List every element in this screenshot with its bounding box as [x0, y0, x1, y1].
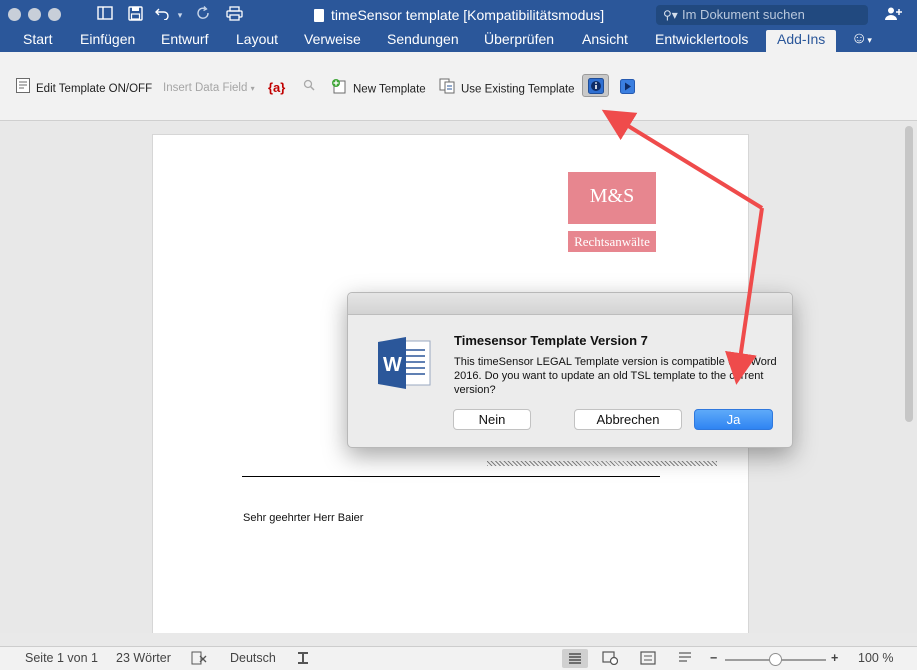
chevron-down-icon: ▾	[250, 84, 255, 93]
tab-entwurf[interactable]: Entwurf	[161, 30, 208, 52]
addins-ribbon: Edit Template ON/OFF Insert Data Field ▾…	[0, 52, 917, 121]
undo-dropdown-icon[interactable]: ▾	[171, 6, 189, 24]
document-icon	[314, 9, 324, 22]
status-bar: Seite 1 von 1 23 Wörter Deutsch − + 100 …	[0, 646, 917, 670]
feedback-smiley-icon[interactable]: ☺▾	[851, 30, 872, 48]
share-person-icon[interactable]	[884, 6, 902, 24]
no-button[interactable]: Nein	[453, 409, 531, 430]
address-divider-line	[242, 476, 660, 477]
page-count[interactable]: Seite 1 von 1	[25, 651, 98, 665]
tab-start[interactable]: Start	[23, 30, 53, 52]
title-bar: ▾ timeSensor template [Kompatibilitätsmo…	[0, 0, 917, 30]
new-template-icon	[331, 78, 347, 101]
tab-ansicht[interactable]: Ansicht	[582, 30, 628, 52]
run-button[interactable]	[620, 79, 635, 94]
web-layout-icon[interactable]	[602, 651, 619, 668]
print-layout-view-button[interactable]	[562, 649, 588, 668]
dialog-title-bar	[348, 293, 792, 315]
tab-ueberpruefen[interactable]: Überprüfen	[484, 30, 554, 52]
field-braces-button[interactable]: {a}	[268, 78, 285, 98]
tab-entwicklertools[interactable]: Entwicklertools	[655, 30, 748, 52]
close-window-button[interactable]	[8, 8, 21, 21]
search-icon: ⚲▾	[663, 8, 678, 22]
use-existing-template-button[interactable]: Use Existing Template	[439, 78, 575, 98]
tab-layout[interactable]: Layout	[236, 30, 278, 52]
undo-icon[interactable]	[153, 6, 171, 24]
info-button[interactable]	[582, 74, 609, 97]
draft-view-icon[interactable]	[678, 651, 692, 667]
cancel-button[interactable]: Abbrechen	[574, 409, 682, 430]
new-template-button[interactable]: New Template	[331, 78, 426, 98]
word-count[interactable]: 23 Wörter	[116, 651, 171, 665]
tab-verweise[interactable]: Verweise	[304, 30, 361, 52]
tab-sendungen[interactable]: Sendungen	[387, 30, 459, 52]
magnifier-icon	[303, 78, 315, 98]
zoom-window-button[interactable]	[48, 8, 61, 21]
existing-template-icon	[439, 78, 455, 101]
yes-button[interactable]: Ja	[694, 409, 773, 430]
redo-icon[interactable]	[194, 6, 212, 24]
print-icon[interactable]	[225, 6, 243, 24]
info-icon	[588, 78, 604, 97]
hatched-field-marker	[487, 461, 717, 466]
document-search-input[interactable]: ⚲▾ Im Dokument suchen	[656, 5, 868, 25]
save-icon[interactable]	[126, 6, 144, 24]
zoom-percentage[interactable]: 100 %	[858, 651, 893, 665]
play-icon	[620, 79, 635, 97]
zoom-slider-thumb[interactable]	[769, 653, 782, 666]
edit-template-button[interactable]: Edit Template ON/OFF	[16, 78, 152, 98]
tab-einfuegen[interactable]: Einfügen	[80, 30, 135, 52]
edit-template-icon	[16, 78, 30, 100]
dialog-message: This timeSensor LEGAL Template version i…	[454, 356, 777, 396]
minimize-window-button[interactable]	[28, 8, 41, 21]
sidebar-icon[interactable]	[96, 6, 114, 24]
update-template-dialog: W Timesensor Template Version 7 This tim…	[347, 292, 793, 448]
tab-add-ins[interactable]: Add-Ins	[766, 30, 837, 52]
focus-mode-icon[interactable]	[640, 651, 656, 668]
company-logo: M&S Rechtsanwälte	[568, 172, 656, 252]
svg-text:W: W	[383, 354, 402, 376]
dialog-title: Timesensor Template Version 7	[454, 333, 648, 348]
proofing-icon[interactable]	[191, 651, 207, 668]
language-indicator[interactable]: Deutsch	[230, 651, 276, 665]
track-changes-icon[interactable]	[296, 651, 310, 668]
magnifier-button[interactable]	[303, 78, 321, 98]
salutation-text: Sehr geehrter Herr Baier	[243, 512, 364, 524]
word-app-icon: W	[376, 334, 434, 392]
print-layout-icon	[568, 652, 582, 668]
zoom-out-icon[interactable]: −	[710, 651, 717, 665]
zoom-in-icon[interactable]: +	[831, 651, 838, 665]
window-title: timeSensor template [Kompatibilitätsmodu…	[314, 7, 604, 23]
insert-data-field-dropdown[interactable]: Insert Data Field ▾	[163, 78, 255, 98]
ribbon-tab-bar: Start Einfügen Entwurf Layout Verweise S…	[0, 30, 917, 52]
vertical-scrollbar[interactable]	[905, 126, 913, 422]
